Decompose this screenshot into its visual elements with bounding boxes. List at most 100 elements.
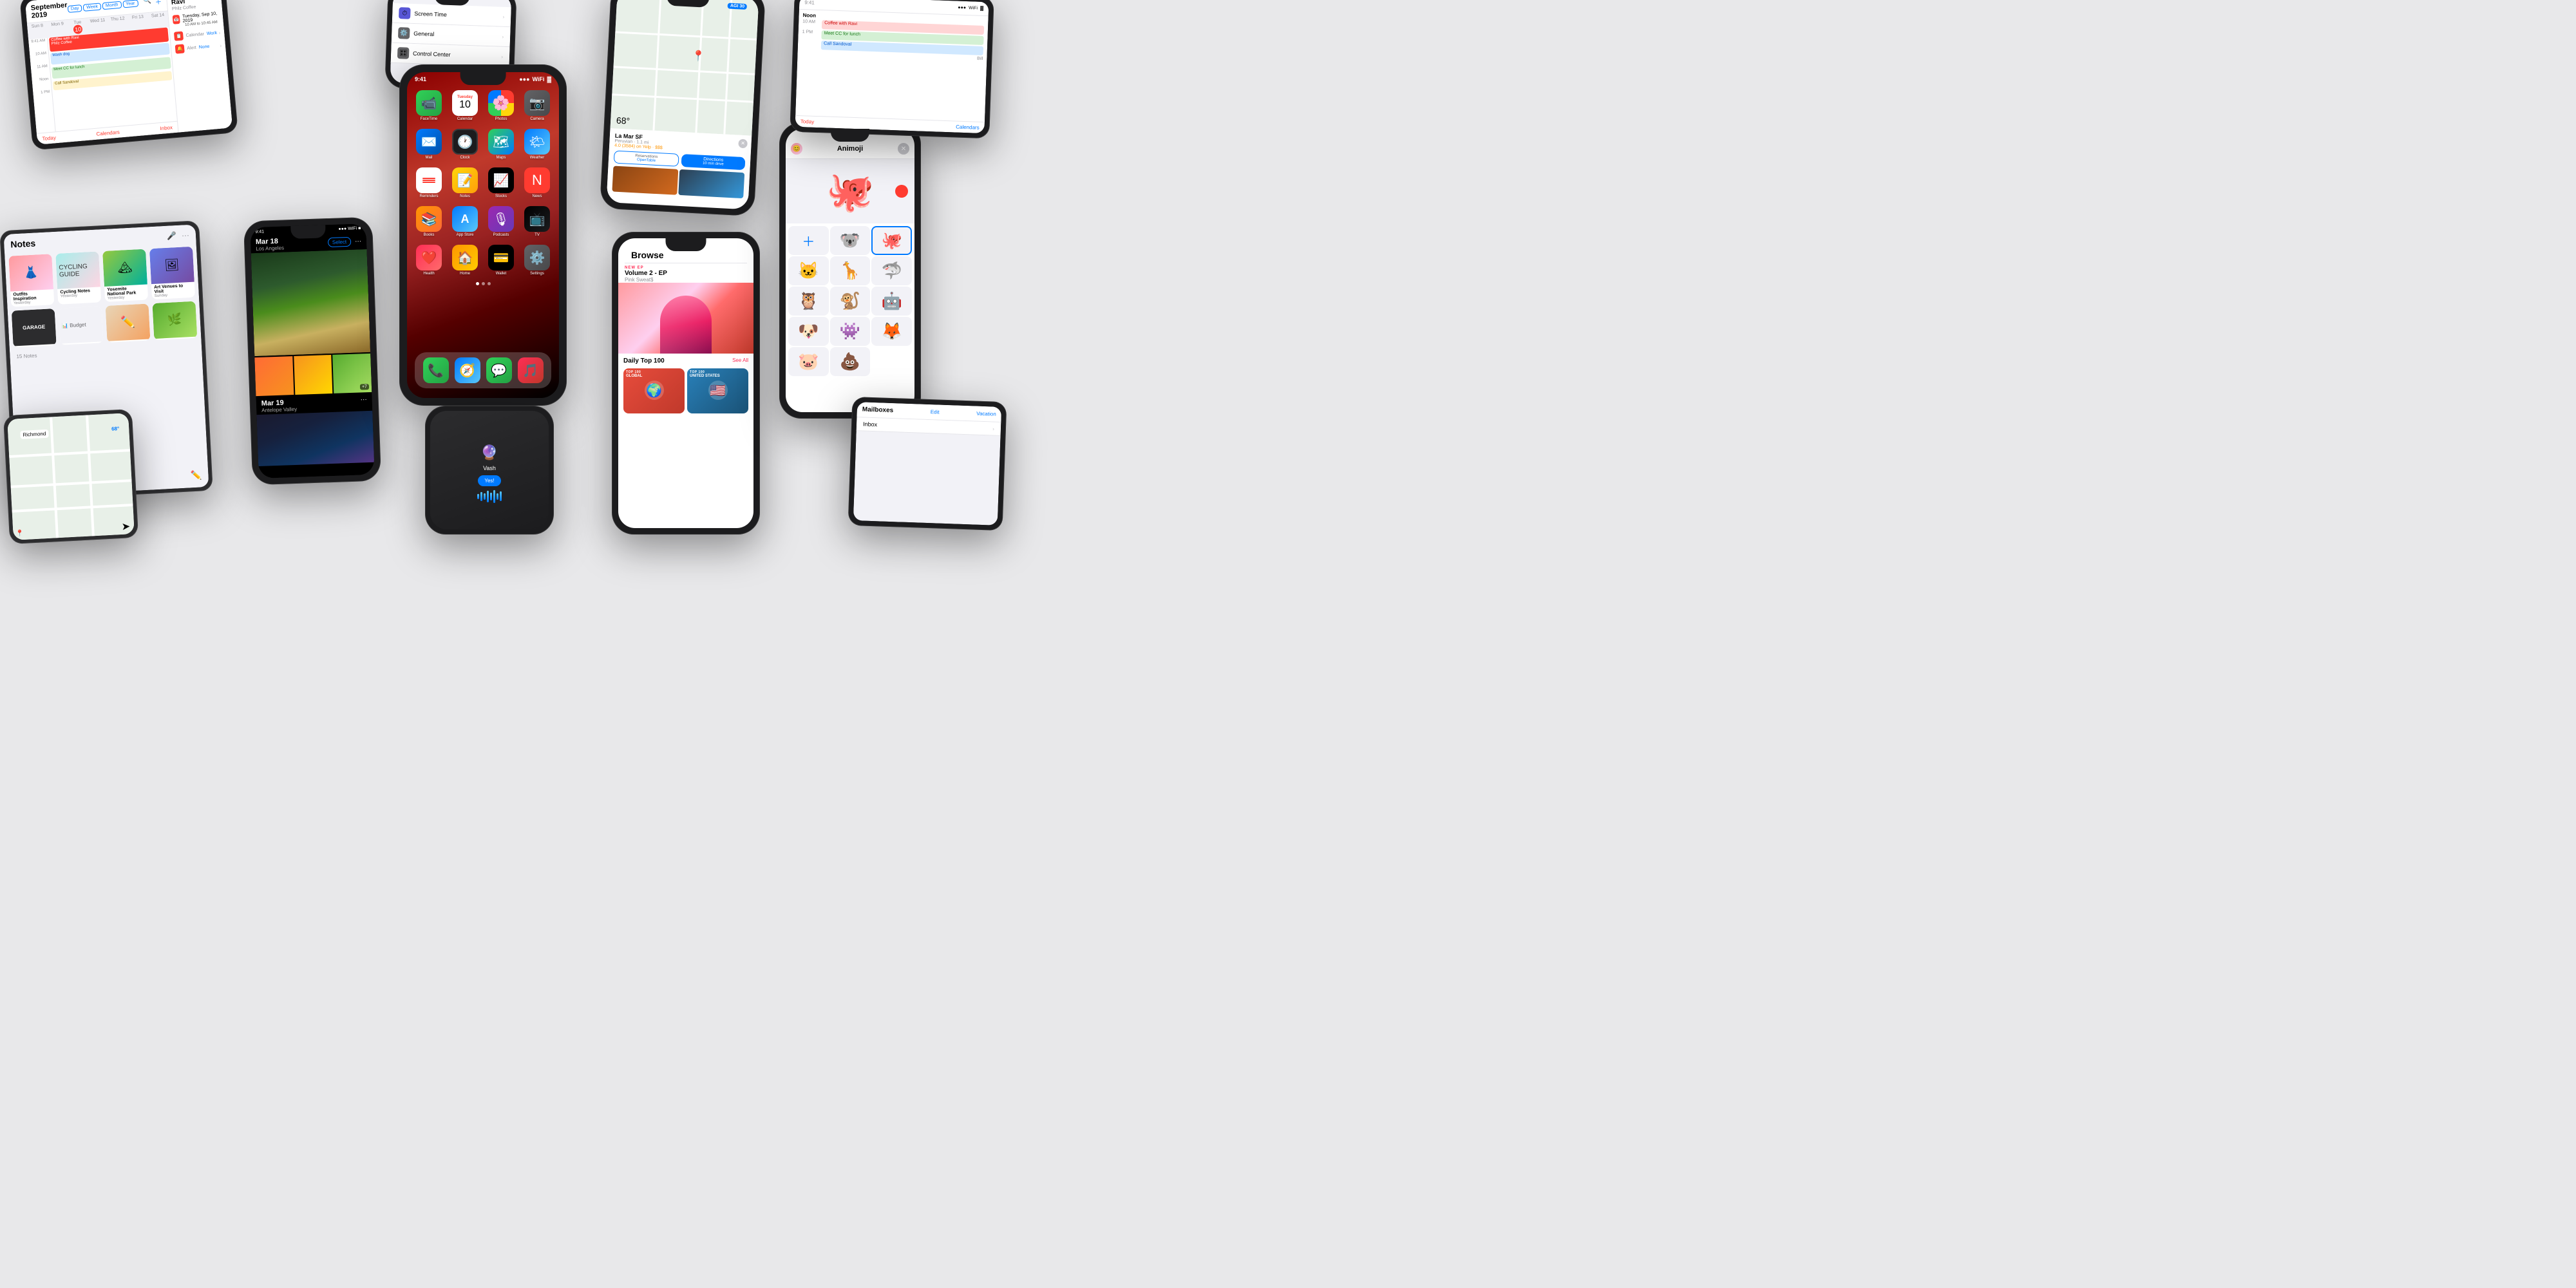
- maps-place-card: ✕ La Mar SF Peruvian · 1.1 mi 4.0 (3584)…: [607, 128, 752, 202]
- ios-app-weather[interactable]: 🌤 Weather: [523, 129, 551, 160]
- ios-dock-safari[interactable]: 🧭: [455, 357, 480, 383]
- ios-app-tv[interactable]: 📺 TV: [523, 206, 551, 237]
- ios-home-content: 9:41 ●●● WiFi ▓ 📹 FaceTime Tuesday 10: [407, 72, 559, 398]
- photos-select-btn[interactable]: Select: [328, 237, 352, 247]
- search-icon[interactable]: 🔍: [143, 0, 152, 7]
- ios-dock-music[interactable]: 🎵: [518, 357, 544, 383]
- ios-app-notes[interactable]: 📝 Notes: [451, 167, 479, 198]
- compose-note-icon[interactable]: ✏️: [191, 469, 202, 481]
- ios-dock-phone[interactable]: 📞: [423, 357, 449, 383]
- note-card-garage[interactable]: GARAGE: [12, 308, 57, 347]
- note-card-budget[interactable]: 📊 Budget: [59, 306, 104, 345]
- ios-app-photos[interactable]: 🌸 Photos: [487, 90, 515, 121]
- photo-thumb-3[interactable]: +7: [333, 354, 372, 393]
- photos-more-btn[interactable]: ···: [355, 238, 361, 245]
- event-detail-alert-row[interactable]: 🔔 Alert None ›: [175, 41, 222, 53]
- ios-app-wallet[interactable]: 💳 Wallet: [487, 245, 515, 276]
- ios-app-clock[interactable]: 🕐 Clock: [451, 129, 479, 160]
- ios-app-books[interactable]: 📚 Books: [415, 206, 443, 237]
- view-btn-year[interactable]: Year: [122, 0, 138, 8]
- alert-row-chevron: ›: [220, 43, 222, 48]
- event-detail-calendar-row[interactable]: 📋 Calendar Work ›: [174, 28, 221, 41]
- animoji-record-button[interactable]: [895, 185, 908, 198]
- maps-nav-icon[interactable]: ➤: [121, 520, 130, 533]
- animoji-alien[interactable]: 👾: [830, 317, 871, 346]
- animoji-add-btn[interactable]: ＋: [788, 226, 829, 255]
- note-card-cycling[interactable]: CYCLING GUIDE Cycling Notes Yesterday: [55, 251, 101, 304]
- animoji-dog[interactable]: 🐶: [788, 317, 829, 346]
- cal2-calendars-link[interactable]: Calendars: [956, 124, 980, 131]
- general-chevron: ›: [502, 33, 504, 39]
- maps-photo-1[interactable]: [612, 166, 678, 194]
- view-btn-week[interactable]: Week: [83, 3, 102, 11]
- day-tue[interactable]: Tue 10: [67, 19, 88, 35]
- animoji-robot[interactable]: 🤖: [871, 287, 912, 316]
- animoji-cat[interactable]: 🐱: [788, 256, 829, 285]
- microphone-icon[interactable]: 🎤: [167, 231, 177, 241]
- music-chart-usa[interactable]: TOP 100 UNITED STATES 🇺🇸: [687, 368, 748, 413]
- note-card-outfits[interactable]: 👗 Outfits Inspiration Yesterday: [8, 254, 54, 307]
- ios-app-appstore[interactable]: A App Store: [451, 206, 479, 237]
- maps-photo-2[interactable]: [678, 169, 744, 198]
- ios-app-health[interactable]: ❤️ Health: [415, 245, 443, 276]
- calendar-inbox-link[interactable]: Inbox: [160, 124, 173, 131]
- view-btn-month[interactable]: Month: [102, 1, 122, 10]
- view-btn-day[interactable]: Day: [68, 5, 82, 13]
- animoji-poo[interactable]: 💩: [830, 347, 871, 376]
- music-album-art[interactable]: [618, 283, 753, 354]
- calendar-today-link[interactable]: Today: [42, 135, 56, 142]
- ios-app-facetime[interactable]: 📹 FaceTime: [415, 90, 443, 121]
- note-card-plant[interactable]: 🌿: [152, 301, 197, 340]
- ios-app-maps[interactable]: 🗺 Maps: [487, 129, 515, 160]
- animoji-shark[interactable]: 🦈: [871, 256, 912, 285]
- maps-close-btn[interactable]: ✕: [738, 138, 748, 148]
- photo-thumb-2[interactable]: [294, 355, 333, 395]
- note-card-art[interactable]: 🖼 Art Venues to Visit Sunday: [149, 247, 195, 299]
- siri-animoji-display: 🔮: [480, 438, 498, 461]
- event-alert-icon: 🔔: [175, 44, 185, 53]
- ios-app-calendar[interactable]: Tuesday 10 Calendar: [451, 90, 479, 121]
- maps-reserve-btn[interactable]: Reservations OpenTable: [614, 150, 679, 166]
- mail-screen-container: Mailboxes Edit Vacation Inbox ›: [853, 402, 1001, 526]
- animoji-bear[interactable]: 🐨: [830, 226, 871, 255]
- ios-app-settings[interactable]: ⚙️ Settings: [523, 245, 551, 276]
- note-card-yosemite[interactable]: 🏔 Yosemite National Park Yesterday: [102, 249, 148, 302]
- music-see-all-btn[interactable]: See All: [732, 357, 748, 363]
- cal2-today-link[interactable]: Today: [800, 118, 815, 125]
- ios-app-mail[interactable]: ✉️ Mail: [415, 129, 443, 160]
- animoji-fox[interactable]: 🦊: [871, 317, 912, 346]
- photos-section2-more[interactable]: ···: [361, 396, 368, 410]
- notes-more-icon[interactable]: ···: [182, 231, 190, 240]
- siri-yes-bubble[interactable]: Yes!: [478, 475, 500, 486]
- ios-app-camera[interactable]: 📷 Camera: [523, 90, 551, 121]
- facetime-icon: 📹: [416, 90, 442, 116]
- ios-app-stocks[interactable]: 📈 Stocks: [487, 167, 515, 198]
- settings-row-control[interactable]: 🎛 Control Center ›: [391, 43, 510, 67]
- mail-vacation-btn[interactable]: Vacation: [976, 411, 996, 417]
- maps-directions-btn[interactable]: Directions 10 min drive: [681, 154, 746, 170]
- ios-home-notch: [460, 72, 506, 85]
- general-label: General: [413, 30, 502, 40]
- animoji-pig[interactable]: 🐷: [788, 347, 829, 376]
- ios-app-home[interactable]: 🏠 Home: [451, 245, 479, 276]
- ios-app-reminders[interactable]: Reminders: [415, 167, 443, 198]
- podcasts-app-label: Podcasts: [493, 233, 509, 237]
- animoji-giraffe[interactable]: 🦒: [830, 256, 871, 285]
- photo-thumb-1[interactable]: [254, 356, 294, 396]
- music-chart-global[interactable]: TOP 100 GLOBAL 🌍: [623, 368, 685, 413]
- animoji-owl[interactable]: 🦉: [788, 287, 829, 316]
- ios-dock-messages[interactable]: 💬: [486, 357, 512, 383]
- note-card-sketch[interactable]: ✏️: [106, 303, 151, 342]
- mail-edit-btn[interactable]: Edit: [931, 409, 940, 415]
- calendar-calendars-link[interactable]: Calendars: [96, 129, 120, 137]
- add-event-icon[interactable]: ＋: [155, 0, 162, 6]
- animoji-close-btn[interactable]: ✕: [898, 143, 909, 155]
- photos-location1: Los Angeles: [256, 245, 284, 252]
- maps-photos-row: [612, 166, 744, 198]
- chart-global-top-label: TOP 100: [623, 368, 685, 374]
- animoji-octopus[interactable]: 🐙: [871, 226, 912, 255]
- facetime-label: FaceTime: [421, 117, 437, 121]
- animoji-monkey[interactable]: 🐒: [830, 287, 871, 316]
- ios-app-news[interactable]: N News: [523, 167, 551, 198]
- ios-app-podcasts[interactable]: 🎙 Podcasts: [487, 206, 515, 237]
